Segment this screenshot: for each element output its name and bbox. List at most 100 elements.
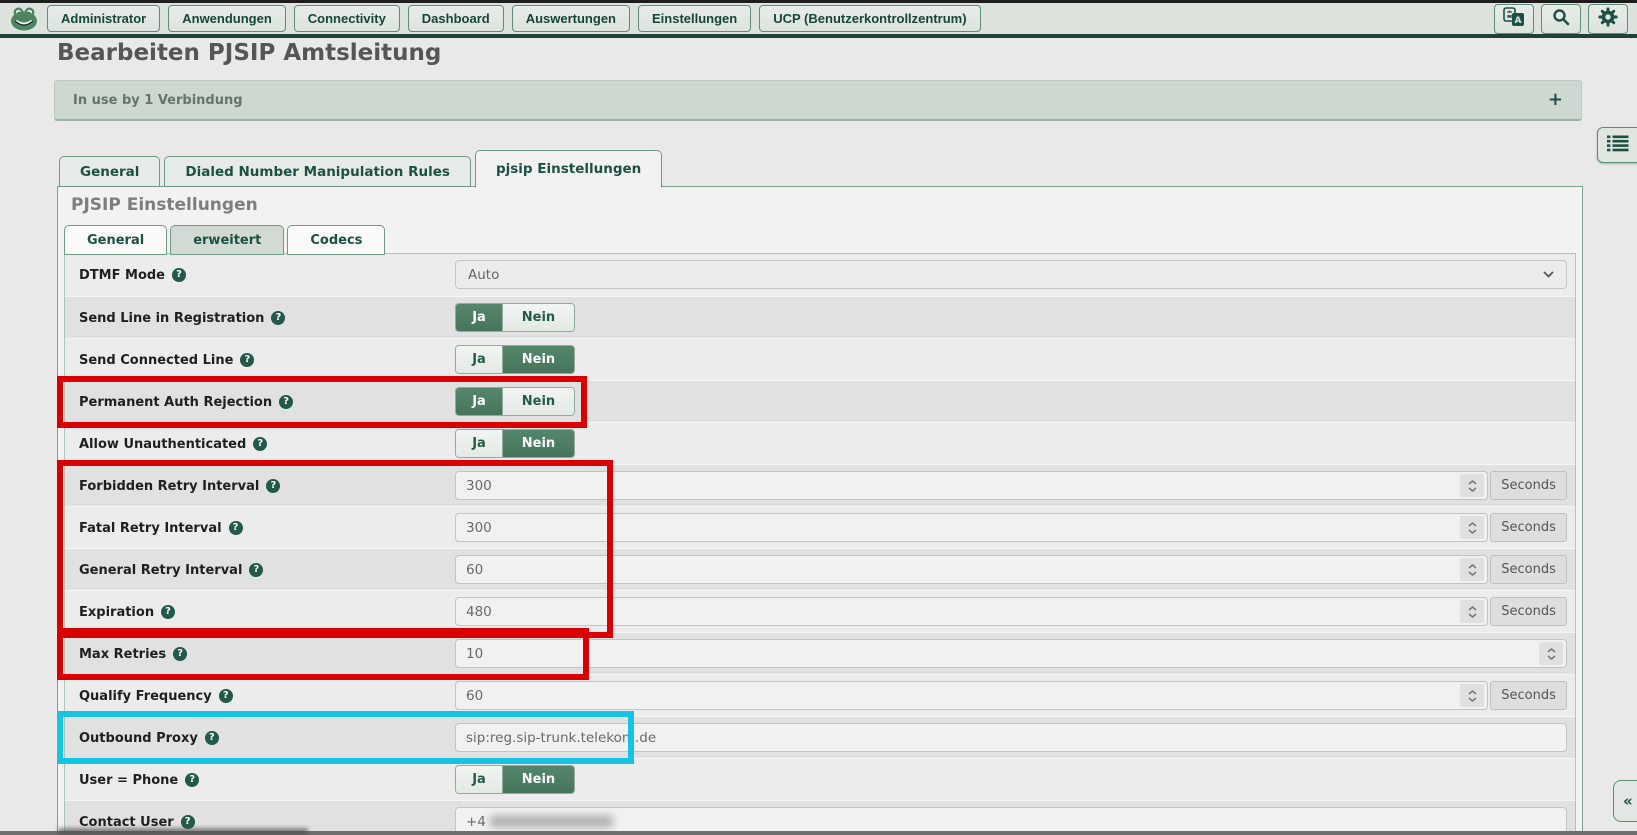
expand-plus-icon[interactable]: +	[1548, 91, 1563, 109]
field-label: General Retry Interval	[79, 563, 242, 578]
tab-dialed-number-manipulation-rules[interactable]: Dialed Number Manipulation Rules	[164, 156, 471, 187]
form-row-allow-unauthenticated: Allow Unauthenticated? Ja Nein	[65, 422, 1575, 464]
nav-item-connectivity[interactable]: Connectivity	[294, 5, 400, 33]
expiration-input[interactable]: 480	[455, 597, 1488, 626]
toggle-nein[interactable]: Nein	[502, 304, 574, 331]
help-icon[interactable]: ?	[205, 731, 219, 745]
field-label: Forbidden Retry Interval	[79, 479, 259, 494]
unit-addon: Seconds	[1490, 555, 1567, 584]
field-label: Expiration	[79, 605, 154, 620]
field-label: DTMF Mode	[79, 268, 165, 283]
send-connected-line-toggle: Ja Nein	[455, 345, 575, 374]
section-title: PJSIP Einstellungen	[71, 195, 258, 215]
toggle-nein[interactable]: Nein	[502, 766, 574, 793]
field-label: Send Line in Registration	[79, 311, 264, 326]
toggle-ja[interactable]: Ja	[456, 304, 502, 331]
nav-item-administrator[interactable]: Administrator	[47, 5, 160, 33]
subtab-codecs[interactable]: Codecs	[287, 225, 385, 255]
fatal-retry-interval-input[interactable]: 300	[455, 513, 1488, 542]
number-spinner[interactable]	[1460, 474, 1484, 497]
number-spinner[interactable]	[1460, 516, 1484, 539]
form-row-outbound-proxy: Outbound Proxy? sip:reg.sip-trunk.teleko…	[65, 716, 1575, 758]
toggle-ja[interactable]: Ja	[456, 766, 502, 793]
sidebar-toggle-button[interactable]	[1597, 127, 1637, 163]
help-icon[interactable]: ?	[161, 605, 175, 619]
number-spinner[interactable]	[1460, 600, 1484, 623]
form-row-max-retries: Max Retries? 10	[65, 632, 1575, 674]
help-icon[interactable]: ?	[219, 689, 233, 703]
help-icon[interactable]: ?	[253, 437, 267, 451]
help-icon[interactable]: ?	[172, 268, 186, 282]
help-icon[interactable]: ?	[229, 521, 243, 535]
help-icon[interactable]: ?	[185, 773, 199, 787]
help-icon[interactable]: ?	[271, 311, 285, 325]
help-icon[interactable]: ?	[173, 647, 187, 661]
translate-button[interactable]: A	[1494, 4, 1534, 34]
dtmf-mode-select[interactable]: Auto	[455, 260, 1567, 289]
redacted-value-blur	[489, 815, 614, 828]
toggle-nein[interactable]: Nein	[502, 388, 574, 415]
field-label: Qualify Frequency	[79, 689, 212, 704]
forbidden-retry-interval-input[interactable]: 300	[455, 471, 1488, 500]
field-label: Permanent Auth Rejection	[79, 395, 272, 410]
nav-item-auswertungen[interactable]: Auswertungen	[512, 5, 630, 33]
help-icon[interactable]: ?	[240, 353, 254, 367]
nav-item-dashboard[interactable]: Dashboard	[408, 5, 504, 33]
pjsip-settings-panel: PJSIP Einstellungen General erweitert Co…	[57, 186, 1583, 835]
number-spinner[interactable]	[1460, 684, 1484, 707]
number-spinner[interactable]	[1539, 642, 1563, 665]
field-label: Outbound Proxy	[79, 731, 198, 746]
form-row-permanent-auth-rejection: Permanent Auth Rejection? Ja Nein	[65, 380, 1575, 422]
toggle-ja[interactable]: Ja	[456, 346, 502, 373]
usage-accordion-header[interactable]: In use by 1 Verbindung +	[54, 80, 1582, 121]
search-button[interactable]	[1541, 4, 1581, 34]
nav-item-anwendungen[interactable]: Anwendungen	[168, 5, 286, 33]
chevrons-left-icon: «	[1623, 792, 1633, 810]
qualify-frequency-input[interactable]: 60	[455, 681, 1488, 710]
send-line-toggle: Ja Nein	[455, 303, 575, 332]
nav-item-ucp[interactable]: UCP (Benutzerkontrollzentrum)	[759, 5, 980, 33]
tab-pjsip-einstellungen[interactable]: pjsip Einstellungen	[475, 150, 662, 188]
toggle-nein[interactable]: Nein	[502, 430, 574, 457]
toggle-ja[interactable]: Ja	[456, 430, 502, 457]
list-icon	[1607, 135, 1629, 156]
form-row-dtmf-mode: DTMF Mode ? Auto	[65, 254, 1575, 296]
toggle-nein[interactable]: Nein	[502, 346, 574, 373]
input-value: sip:reg.sip-trunk.telekom.de	[466, 730, 656, 746]
outbound-proxy-input[interactable]: sip:reg.sip-trunk.telekom.de	[455, 723, 1567, 752]
form-row-expiration: Expiration? 480 Seconds	[65, 590, 1575, 632]
toggle-ja[interactable]: Ja	[456, 388, 502, 415]
unit-addon: Seconds	[1490, 471, 1567, 500]
field-label: Max Retries	[79, 647, 166, 662]
input-value: 480	[466, 604, 492, 620]
input-value: 10	[466, 646, 483, 662]
help-icon[interactable]: ?	[279, 395, 293, 409]
number-spinner[interactable]	[1460, 558, 1484, 581]
input-value: 300	[466, 520, 492, 536]
subtab-erweitert[interactable]: erweitert	[170, 225, 284, 255]
unit-addon: Seconds	[1490, 513, 1567, 542]
dtmf-mode-value: Auto	[468, 267, 499, 283]
frog-logo[interactable]	[9, 6, 39, 32]
input-value: 60	[466, 688, 483, 704]
collapse-panel-button[interactable]: «	[1613, 780, 1637, 822]
subtab-general[interactable]: General	[64, 225, 167, 255]
help-icon[interactable]: ?	[249, 563, 263, 577]
field-label: User = Phone	[79, 773, 178, 788]
permanent-auth-rejection-toggle: Ja Nein	[455, 387, 575, 416]
settings-button[interactable]	[1588, 4, 1628, 34]
input-value: 300	[466, 478, 492, 494]
pjsip-subtabs: General erweitert Codecs	[64, 223, 385, 254]
max-retries-input[interactable]: 10	[455, 639, 1567, 668]
help-icon[interactable]: ?	[181, 815, 195, 829]
translate-icon: A	[1503, 7, 1525, 31]
help-icon[interactable]: ?	[266, 479, 280, 493]
unit-addon: Seconds	[1490, 681, 1567, 710]
tab-general[interactable]: General	[59, 156, 160, 187]
form-row-forbidden-retry-interval: Forbidden Retry Interval? 300 Seconds	[65, 464, 1575, 506]
redacted-bottom-smudge	[58, 828, 308, 835]
nav-item-einstellungen[interactable]: Einstellungen	[638, 5, 751, 33]
general-retry-interval-input[interactable]: 60	[455, 555, 1488, 584]
allow-unauthenticated-toggle: Ja Nein	[455, 429, 575, 458]
form-row-general-retry-interval: General Retry Interval? 60 Seconds	[65, 548, 1575, 590]
